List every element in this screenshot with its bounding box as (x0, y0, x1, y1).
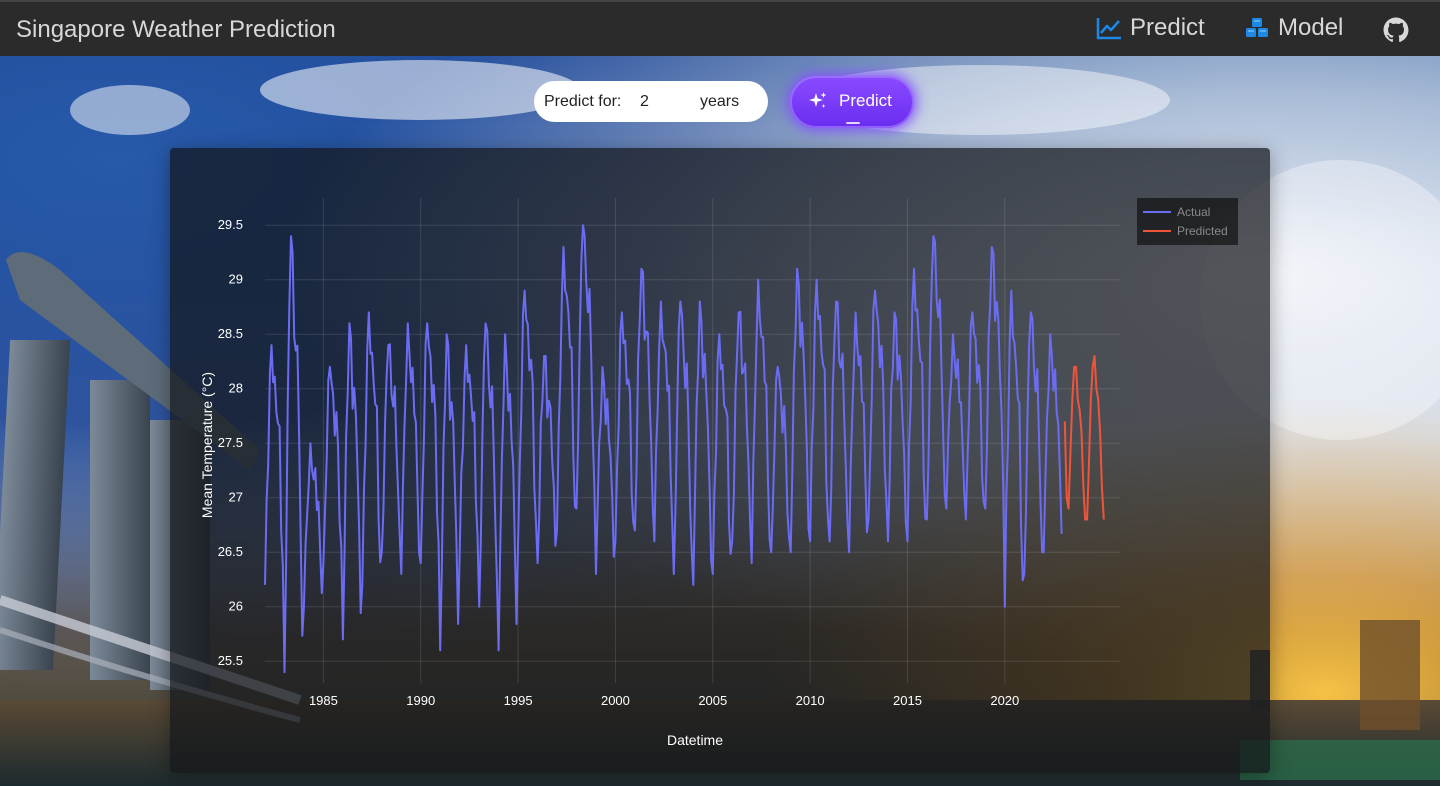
nav-predict-label: Predict (1130, 14, 1205, 41)
y-tick-label: 26 (229, 599, 243, 614)
y-axis-ticks: 25.5 26 26.5 27 27.5 28 28.5 29 29.5 (218, 217, 243, 668)
y-tick-label: 27 (229, 490, 243, 505)
y-tick-label: 28.5 (218, 326, 243, 341)
years-input[interactable] (638, 90, 698, 114)
x-tick-label: 1990 (406, 693, 435, 708)
app-title[interactable]: Singapore Weather Prediction (16, 16, 336, 44)
x-axis-ticks: 1985 1990 1995 2000 2005 2010 2015 2020 (309, 693, 1019, 708)
y-tick-label: 29 (229, 272, 243, 287)
y-tick-label: 26.5 (218, 544, 243, 559)
line-chart-icon (1096, 18, 1121, 40)
top-navbar: Singapore Weather Prediction Predict Mod… (0, 0, 1440, 56)
temperature-chart-panel: 25.5 26 26.5 27 27.5 28 28.5 29 29.5 1985 1990 199… (170, 148, 1270, 773)
temperature-chart[interactable]: 25.5 26 26.5 27 27.5 28 28.5 29 29.5 1985 1990 199… (170, 148, 1270, 773)
predict-button[interactable]: Predict (790, 76, 914, 128)
x-tick-label: 1995 (504, 693, 533, 708)
cubes-icon (1246, 18, 1268, 37)
nav-model-label: Model (1278, 14, 1344, 41)
predicted-series-line (1063, 355, 1105, 521)
x-tick-label: 1985 (309, 693, 338, 708)
nav-predict-link[interactable]: Predict (1096, 14, 1205, 42)
chart-legend[interactable]: Actual Predicted (1137, 198, 1238, 245)
y-tick-label: 28 (229, 381, 243, 396)
predict-years-field: Predict for: years (534, 81, 768, 122)
legend-predicted-label: Predicted (1177, 224, 1228, 238)
years-unit-label: years (700, 93, 740, 110)
y-tick-label: 25.5 (218, 653, 243, 668)
x-tick-label: 2015 (893, 693, 922, 708)
actual-series-line (264, 224, 1063, 674)
nav-model-link[interactable]: Model (1244, 14, 1343, 42)
x-tick-label: 2000 (601, 693, 630, 708)
x-tick-label: 2020 (990, 693, 1019, 708)
y-axis-title: Mean Temperature (°C) (199, 372, 215, 518)
predict-button-label: Predict (839, 91, 892, 110)
x-tick-label: 2010 (796, 693, 825, 708)
y-tick-label: 29.5 (218, 217, 243, 232)
github-icon (1383, 17, 1409, 43)
predict-button-underline (846, 122, 860, 124)
github-link[interactable] (1383, 17, 1417, 43)
predict-for-label: Predict for: (544, 93, 622, 110)
x-axis-title: Datetime (667, 732, 723, 748)
x-tick-label: 2005 (698, 693, 727, 708)
sparkles-icon (809, 92, 827, 108)
legend-actual-label: Actual (1177, 205, 1210, 219)
chart-series (264, 224, 1105, 674)
y-tick-label: 27.5 (218, 435, 243, 450)
